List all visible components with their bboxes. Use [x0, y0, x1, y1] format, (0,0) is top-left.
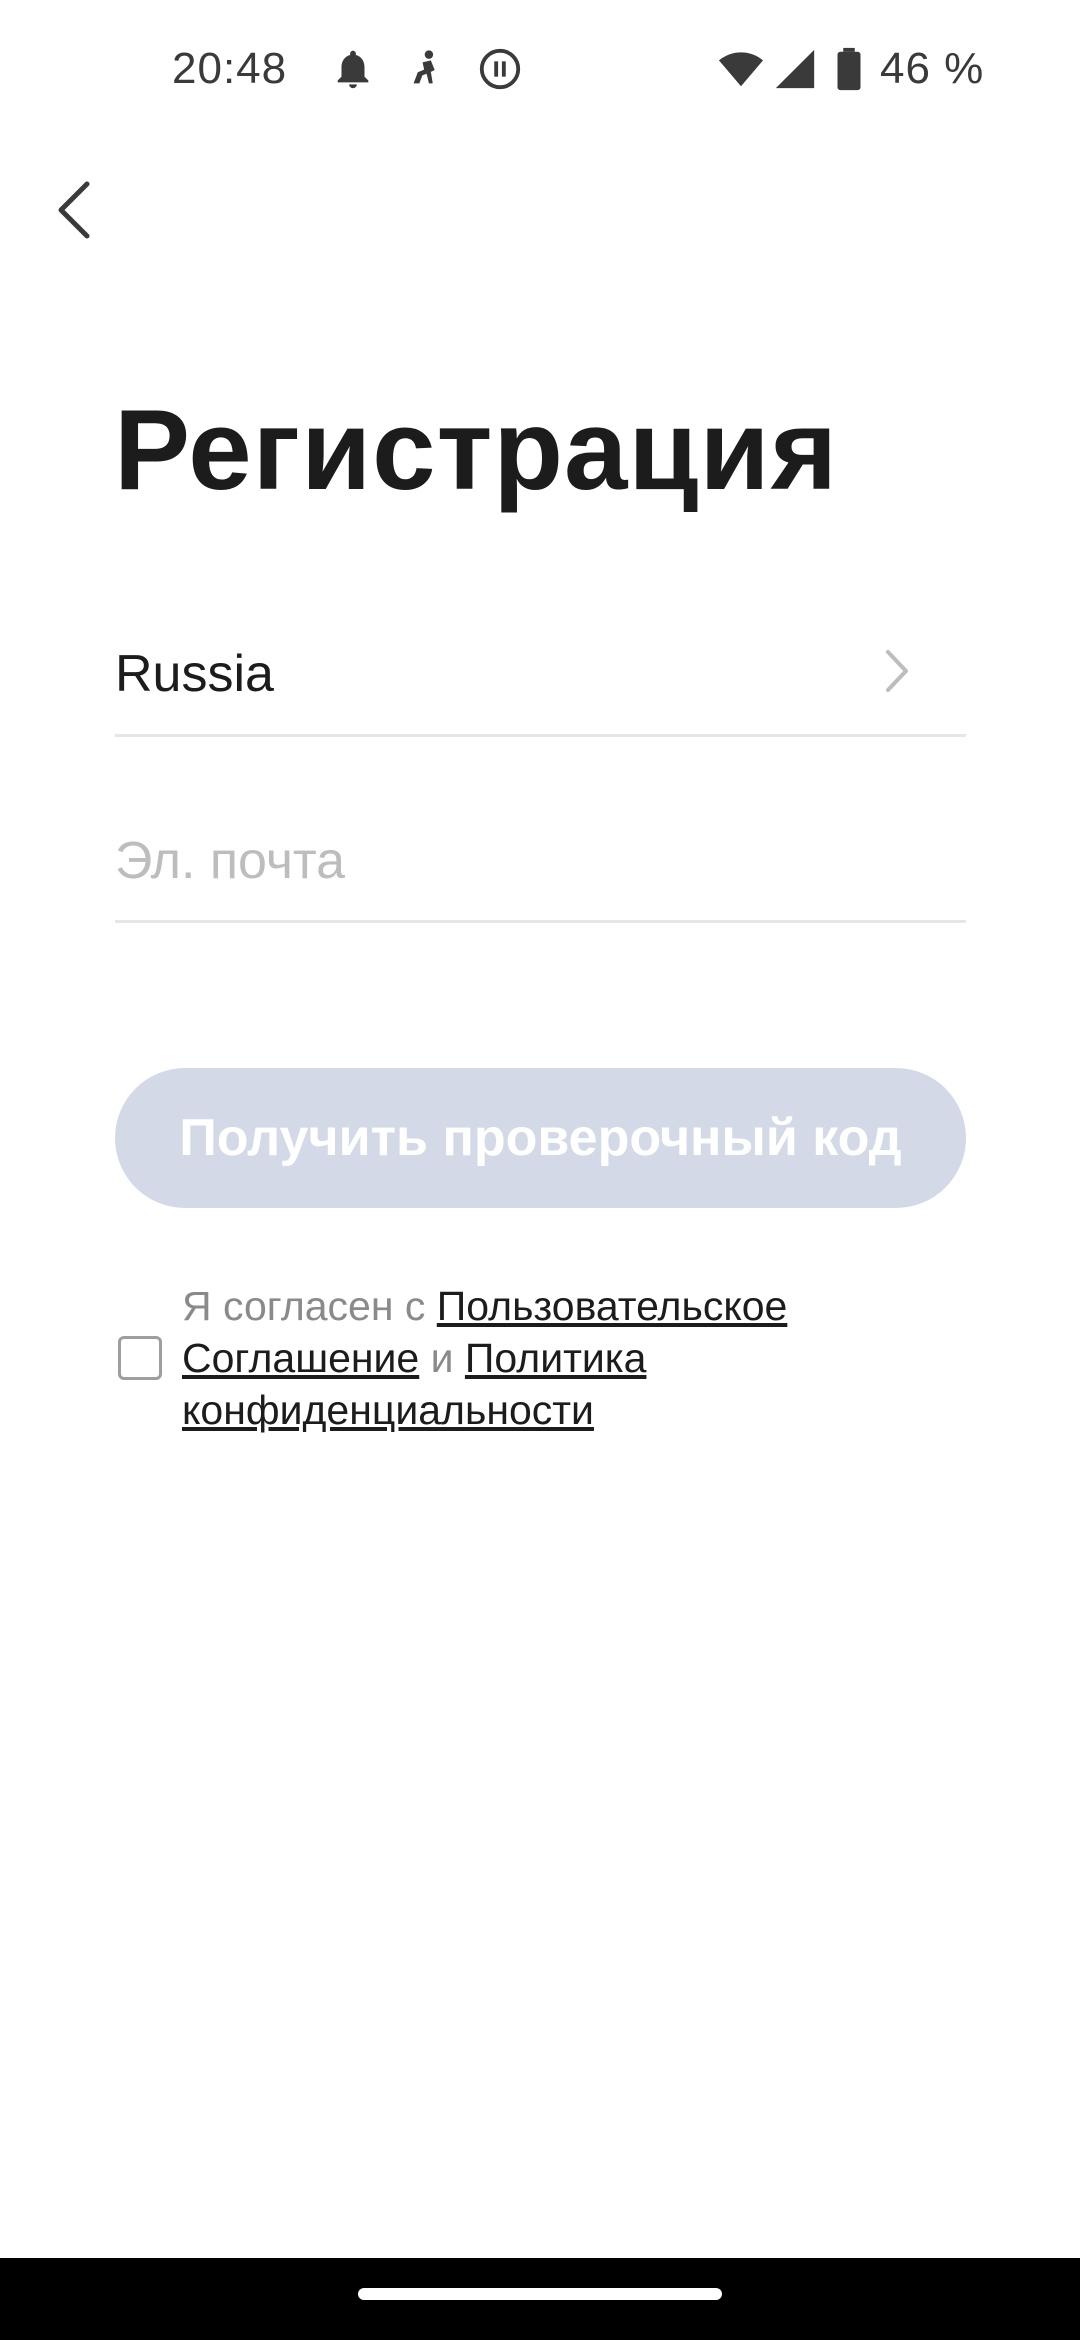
back-arrow-icon	[58, 181, 90, 239]
pause-circle-icon	[477, 46, 523, 92]
email-field-container	[115, 805, 966, 923]
battery-percent: 46 %	[880, 44, 985, 93]
back-button[interactable]	[40, 170, 110, 250]
agreement-text: Я согласен с Пользовательское Соглашение…	[182, 1280, 902, 1436]
notification-bell-icon	[330, 46, 376, 92]
status-bar: 20:48 46 %	[0, 0, 1080, 140]
agreement-conjunction: и	[419, 1335, 465, 1381]
country-selector[interactable]: Russia	[115, 620, 966, 737]
country-value: Russia	[115, 645, 274, 703]
battery-icon	[834, 46, 864, 92]
chevron-right-icon	[882, 646, 912, 696]
wifi-icon	[716, 46, 766, 92]
agreement-checkbox[interactable]	[118, 1336, 162, 1380]
home-indicator[interactable]	[358, 2288, 722, 2300]
navigation-bar	[0, 2258, 1080, 2340]
status-time: 20:48	[172, 44, 288, 93]
signal-icon	[772, 46, 818, 92]
email-input[interactable]	[115, 821, 966, 901]
agreement-prefix: Я согласен с	[182, 1283, 437, 1329]
figure-icon	[404, 46, 450, 92]
page-title: Регистрация	[114, 387, 839, 514]
get-verification-code-button[interactable]: Получить проверочный код	[115, 1068, 966, 1208]
